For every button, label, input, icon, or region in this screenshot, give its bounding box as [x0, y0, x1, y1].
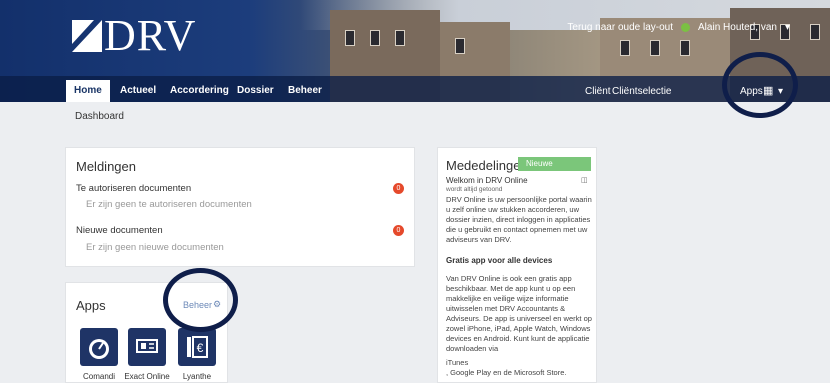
row-empty-autoriseren: Er zijn geen te autoriseren documenten	[86, 199, 252, 210]
news-sub: wordt altijd getoond	[446, 186, 503, 193]
logo-text: DRV	[104, 11, 197, 60]
app-lyanthe[interactable]: €	[178, 328, 216, 366]
highlight-circle-apps	[722, 52, 798, 118]
logo-mark-icon	[72, 20, 102, 52]
client-label: Cliënt	[585, 86, 611, 97]
meldingen-title: Meldingen	[76, 159, 136, 174]
user-bar: Terug naar oude lay-out Alain Houted, va…	[567, 22, 790, 33]
news-title[interactable]: Welkom in DRV Online	[446, 176, 528, 185]
row-title-autoriseren[interactable]: Te autoriseren documenten	[76, 183, 191, 194]
exact-icon	[136, 339, 158, 353]
mededelingen-card: Mededelingen Welkom in DRV Online ◫ word…	[437, 147, 597, 383]
window	[620, 40, 630, 56]
dashboard-icon	[89, 339, 109, 359]
app-comandi[interactable]	[80, 328, 118, 366]
section-title: Gratis app voor alle devices	[446, 256, 553, 265]
window	[810, 24, 820, 40]
tab-actueel[interactable]: Actueel	[112, 80, 164, 102]
stores-link[interactable]: , Google Play en de Microsoft Store.	[446, 368, 596, 378]
window	[650, 40, 660, 56]
news-body: DRV Online is uw persoonlijke portal waa…	[446, 195, 592, 244]
tab-home[interactable]: Home	[66, 80, 110, 102]
chevron-down-icon[interactable]: ▾	[785, 22, 790, 33]
old-layout-link[interactable]: Terug naar oude lay-out	[567, 22, 673, 33]
calendar-icon: ◫	[581, 177, 588, 184]
section-body: Van DRV Online is ook een gratis app bes…	[446, 274, 592, 353]
client-select[interactable]: Cliëntselectie	[612, 86, 671, 97]
window	[455, 38, 465, 54]
apps-title: Apps	[76, 298, 106, 313]
tab-dossier[interactable]: Dossier	[229, 80, 282, 102]
highlight-circle-beheer	[163, 268, 238, 332]
row-title-nieuwe[interactable]: Nieuwe documenten	[76, 225, 163, 236]
new-badge: Nieuwe	[518, 157, 591, 171]
count-badge: 0	[393, 225, 404, 236]
svg-text:€: €	[197, 341, 204, 355]
tab-accordering[interactable]: Accordering	[162, 80, 237, 102]
window	[395, 30, 405, 46]
page-title: Dashboard	[75, 111, 124, 122]
user-status-icon	[681, 23, 691, 32]
app-exact-online[interactable]	[128, 328, 166, 366]
user-name[interactable]: Alain Houted, van	[698, 22, 777, 33]
window	[345, 30, 355, 46]
meldingen-card: Meldingen Te autoriseren documenten 0 Er…	[65, 147, 415, 267]
row-empty-nieuwe: Er zijn geen nieuwe documenten	[86, 242, 224, 253]
window	[680, 40, 690, 56]
drv-logo[interactable]: DRV	[72, 11, 197, 60]
count-badge: 0	[393, 183, 404, 194]
window	[370, 30, 380, 46]
mededelingen-title: Mededelingen	[446, 158, 528, 173]
itunes-link[interactable]: iTunes	[446, 358, 468, 368]
tab-beheer[interactable]: Beheer	[280, 80, 330, 102]
app-label-lyanthe: Lyanthe	[182, 372, 212, 381]
euro-icon: €	[187, 336, 208, 358]
